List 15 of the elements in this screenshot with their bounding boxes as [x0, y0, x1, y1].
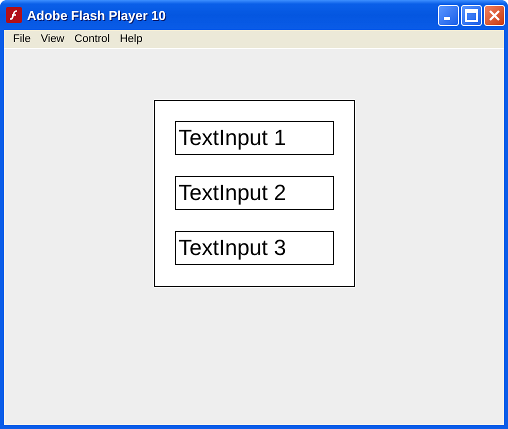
- menu-item[interactable]: Control: [69, 33, 115, 45]
- text-input[interactable]: TextInput 1: [174, 121, 334, 155]
- menu-item[interactable]: File: [8, 33, 36, 45]
- text-input[interactable]: TextInput 3: [174, 231, 334, 265]
- close-icon: [488, 8, 501, 22]
- menu-item[interactable]: Help: [114, 33, 148, 45]
- minimize-button[interactable]: [438, 4, 459, 26]
- minimize-icon: [444, 17, 450, 20]
- close-button[interactable]: [484, 4, 505, 26]
- maximize-icon: [465, 8, 478, 22]
- flash-logo-icon: [6, 7, 22, 23]
- menu-item[interactable]: View: [36, 33, 70, 45]
- text-input[interactable]: TextInput 2: [174, 176, 334, 210]
- window-title: Adobe Flash Player 10: [27, 8, 167, 22]
- maximize-button[interactable]: [461, 4, 482, 26]
